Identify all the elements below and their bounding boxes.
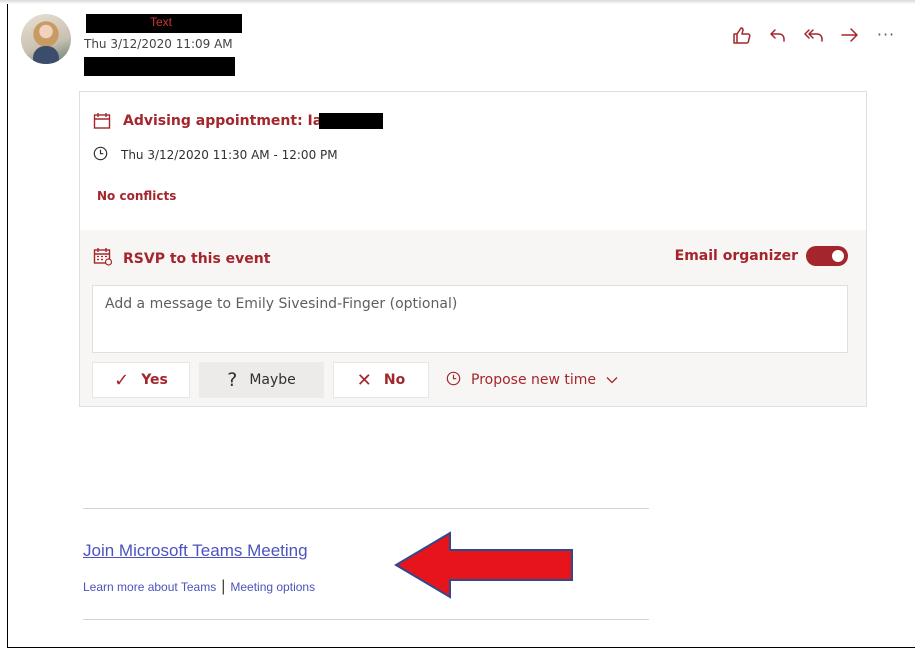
redacted-recipients <box>84 57 235 76</box>
sender-name[interactable]: Text <box>150 15 172 29</box>
rsvp-calendar-icon <box>93 247 113 270</box>
event-title[interactable]: Advising appointment: Ian <box>123 113 332 129</box>
rsvp-title: RSVP to this event <box>123 250 271 267</box>
maybe-label: Maybe <box>249 372 296 388</box>
clock-icon <box>93 146 108 164</box>
red-arrow-annotation <box>394 531 573 599</box>
redacted-student-name <box>319 113 383 129</box>
forward-icon[interactable] <box>839 24 861 46</box>
propose-new-time-button[interactable]: Propose new time <box>446 371 618 390</box>
join-teams-meeting-link[interactable]: Join Microsoft Teams Meeting <box>83 541 308 561</box>
no-label: No <box>383 372 406 388</box>
response-buttons: ✓ Yes ? Maybe ✕ No Propose new time <box>92 362 618 398</box>
teams-secondary-links: Learn more about Teams | Meeting options <box>83 578 315 596</box>
reply-all-icon[interactable] <box>803 24 825 46</box>
sender-avatar[interactable] <box>21 14 71 64</box>
event-title-row: Advising appointment: Ian <box>93 112 332 130</box>
meeting-invite-card: Advising appointment: Ian Thu 3/12/2020 … <box>79 91 867 407</box>
event-details: Advising appointment: Ian Thu 3/12/2020 … <box>80 92 866 230</box>
yes-button[interactable]: ✓ Yes <box>92 362 190 398</box>
message-date: Thu 3/12/2020 11:09 AM <box>84 37 233 51</box>
yes-label: Yes <box>141 372 168 388</box>
teams-divider-top <box>83 508 649 509</box>
rsvp-section: RSVP to this event Email organizer Add a… <box>80 230 866 406</box>
teams-divider-bottom <box>83 619 649 620</box>
checkmark-icon: ✓ <box>114 369 130 391</box>
rsvp-message-input[interactable]: Add a message to Emily Sivesind-Finger (… <box>92 285 848 353</box>
like-icon[interactable] <box>731 24 753 46</box>
rsvp-header: RSVP to this event <box>93 247 270 270</box>
email-organizer-toggle[interactable] <box>806 246 848 266</box>
event-time-row: Thu 3/12/2020 11:30 AM - 12:00 PM <box>93 146 338 164</box>
link-separator: | <box>221 578 226 595</box>
event-time: Thu 3/12/2020 11:30 AM - 12:00 PM <box>121 148 338 162</box>
email-organizer-label: Email organizer <box>674 248 798 264</box>
email-organizer-control: Email organizer <box>675 246 848 266</box>
chevron-down-icon <box>606 372 618 388</box>
conflicts-status: No conflicts <box>97 189 177 203</box>
no-button[interactable]: ✕ No <box>333 362 429 398</box>
close-icon: ✕ <box>356 369 372 391</box>
maybe-button[interactable]: ? Maybe <box>199 362 324 398</box>
question-mark-icon: ? <box>227 369 238 391</box>
propose-label: Propose new time <box>471 372 597 388</box>
meeting-options-link[interactable]: Meeting options <box>230 580 315 594</box>
propose-clock-icon <box>446 371 461 390</box>
message-toolbar: ··· <box>731 24 897 46</box>
calendar-icon <box>93 112 111 130</box>
reply-icon[interactable] <box>767 24 789 46</box>
more-icon[interactable]: ··· <box>875 24 897 46</box>
learn-more-teams-link[interactable]: Learn more about Teams <box>83 580 216 594</box>
